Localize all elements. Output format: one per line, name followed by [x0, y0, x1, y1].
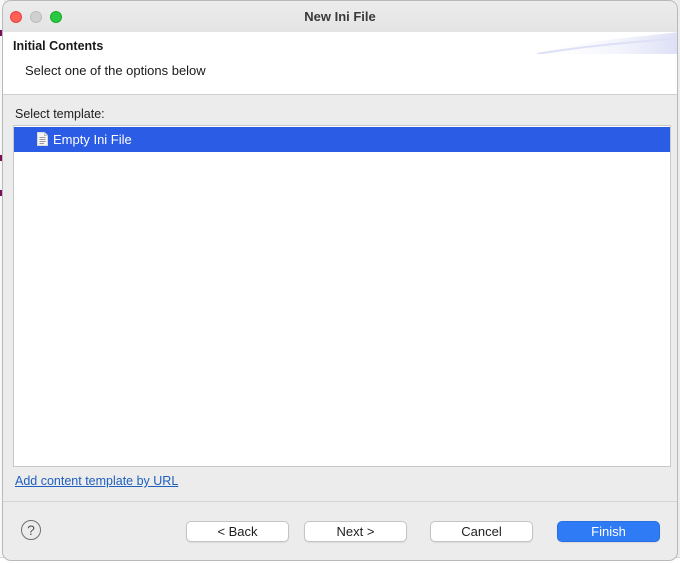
window-title: New Ini File — [304, 9, 376, 24]
select-template-label: Select template: — [15, 107, 105, 121]
new-ini-file-dialog: New Ini File Initial Contents Select one… — [2, 0, 678, 561]
title-bar: New Ini File — [3, 1, 677, 33]
wizard-banner-graphic — [527, 32, 677, 54]
page-description: Select one of the options below — [25, 63, 206, 78]
back-button[interactable]: < Back — [186, 521, 289, 542]
template-item-label: Empty Ini File — [53, 132, 132, 147]
page-title: Initial Contents — [13, 39, 104, 53]
template-item-empty-ini-file[interactable]: Empty Ini File — [14, 127, 670, 152]
finish-button[interactable]: Finish — [557, 521, 660, 542]
button-bar-separator — [3, 501, 677, 502]
template-list[interactable]: Empty Ini File — [13, 125, 671, 467]
add-content-template-by-url-link[interactable]: Add content template by URL — [15, 474, 178, 488]
document-icon — [37, 132, 48, 146]
cancel-button[interactable]: Cancel — [430, 521, 533, 542]
help-icon[interactable]: ? — [21, 520, 41, 540]
next-button[interactable]: Next > — [304, 521, 407, 542]
wizard-header: Initial Contents Select one of the optio… — [3, 32, 677, 95]
